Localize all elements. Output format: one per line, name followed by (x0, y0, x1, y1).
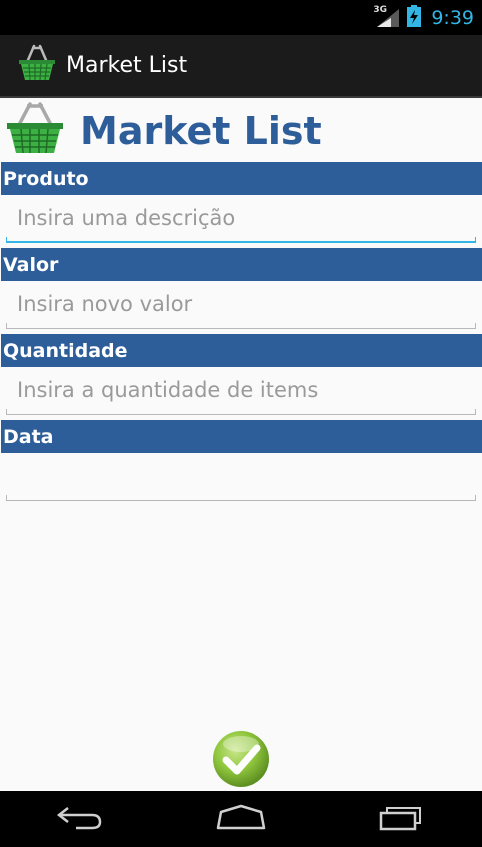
status-bar: 3G 9:39 (0, 0, 482, 35)
action-bar: Market List (0, 35, 482, 98)
page-header: Market List (0, 100, 482, 162)
produto-underline (6, 237, 476, 243)
quantidade-input[interactable] (6, 367, 476, 413)
data-field (0, 453, 482, 506)
basket-icon (18, 44, 56, 88)
confirm-button[interactable] (212, 730, 270, 788)
valor-label: Valor (1, 248, 482, 281)
recents-button[interactable] (372, 799, 432, 839)
data-underline (6, 495, 476, 501)
checkmark-icon (212, 731, 270, 792)
signal-icon: 3G (373, 4, 401, 29)
data-label: Data (1, 420, 482, 453)
battery-icon (407, 4, 422, 31)
home-icon (215, 804, 267, 834)
produto-label: Produto (1, 162, 482, 195)
valor-input[interactable] (6, 281, 476, 327)
quantidade-label: Quantidade (1, 334, 482, 367)
quantidade-field (0, 367, 482, 420)
clock: 9:39 (431, 6, 474, 29)
back-icon (56, 804, 104, 834)
back-button[interactable] (50, 799, 110, 839)
produto-input[interactable] (6, 195, 476, 241)
data-input[interactable] (6, 453, 476, 499)
quantidade-underline (6, 409, 476, 415)
status-icons: 3G 9:39 (373, 4, 474, 31)
app-title: Market List (66, 53, 188, 78)
basket-icon (6, 101, 64, 161)
navigation-bar (0, 791, 482, 847)
page-title: Market List (80, 109, 322, 153)
home-button[interactable] (211, 799, 271, 839)
valor-field (0, 281, 482, 334)
valor-underline (6, 323, 476, 329)
network-type: 3G (373, 4, 387, 15)
main-content: Market List Produto Valor Quantidade Dat… (0, 100, 482, 790)
produto-field (0, 195, 482, 248)
recents-icon (378, 803, 426, 835)
